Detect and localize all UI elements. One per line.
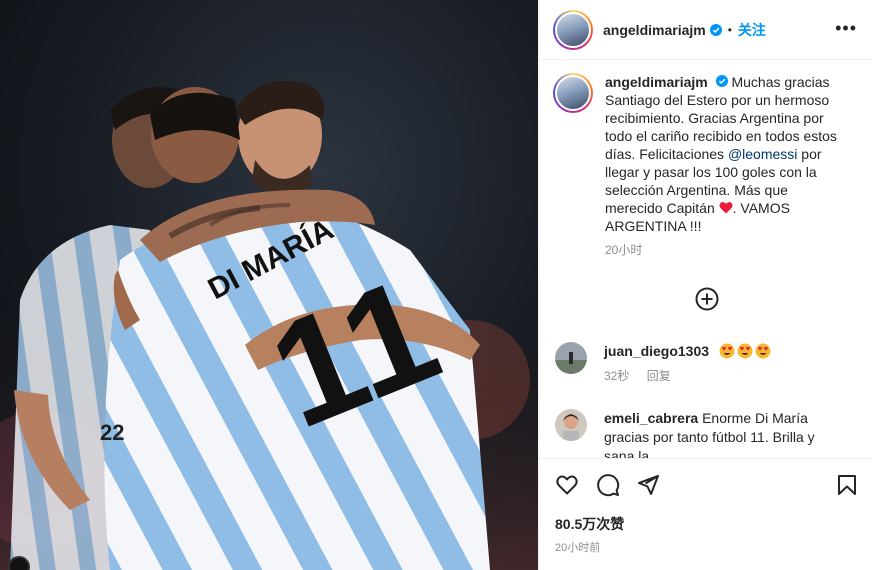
comment-username[interactable]: juan_diego1303 xyxy=(604,343,709,359)
caption-time: 20小时 xyxy=(605,243,643,257)
commenter-avatar[interactable] xyxy=(555,409,587,441)
post-photo[interactable]: DI MARÍA 11 22 xyxy=(0,0,538,570)
commenter-avatar[interactable] xyxy=(555,342,587,374)
speech-bubble-icon[interactable] xyxy=(596,473,620,497)
heart-outline-icon[interactable] xyxy=(555,473,579,497)
comments-section[interactable]: angeldimariajm Muchas gracias Santiago d… xyxy=(539,60,872,458)
paper-plane-icon[interactable] xyxy=(636,473,660,497)
header-separator: • xyxy=(727,22,732,37)
post-caption: angeldimariajm Muchas gracias Santiago d… xyxy=(553,73,863,259)
heart-eyes-emoji xyxy=(719,343,735,359)
reply-button[interactable]: 回复 xyxy=(647,369,671,383)
comment-item: juan_diego1303 32秒 回复 xyxy=(555,342,855,386)
red-heart-emoji xyxy=(719,202,733,214)
heart-eyes-emoji xyxy=(737,343,753,359)
comment-time: 32秒 xyxy=(604,369,630,383)
comment-item: emeli_cabrera Enorme Di María gracias po… xyxy=(555,409,855,458)
post-header: angeldimariajm • 关注 ••• xyxy=(539,0,872,60)
comment-meta: 32秒 回复 xyxy=(604,367,844,386)
verified-badge-icon xyxy=(715,75,728,87)
players-hugging-image: DI MARÍA 11 22 xyxy=(0,0,538,570)
post-panel: angeldimariajm • 关注 ••• angeldimariajm M… xyxy=(538,0,872,570)
more-options-icon[interactable]: ••• xyxy=(835,19,857,37)
caption-username[interactable]: angeldimariajm xyxy=(605,74,708,90)
heart-eyes-emoji xyxy=(755,343,771,359)
caption-author-avatar[interactable] xyxy=(553,73,593,113)
jersey-number-small: 22 xyxy=(100,420,124,445)
follow-button[interactable]: 关注 xyxy=(738,20,766,40)
load-more-comments-icon[interactable] xyxy=(695,287,719,311)
author-username[interactable]: angeldimariajm xyxy=(603,22,706,38)
caption-text: angeldimariajm Muchas gracias Santiago d… xyxy=(605,73,847,259)
comment-username[interactable]: emeli_cabrera xyxy=(604,410,698,426)
author-avatar[interactable] xyxy=(553,9,593,50)
post-actions-bar: 80.5万次赞 20小时前 xyxy=(539,458,872,570)
verified-badge-icon xyxy=(709,23,722,36)
likes-count[interactable]: 80.5万次赞 xyxy=(555,514,624,534)
caption-mention[interactable]: @leomessi xyxy=(728,146,797,162)
post-timestamp: 20小时前 xyxy=(555,542,601,554)
bookmark-icon[interactable] xyxy=(835,473,859,497)
